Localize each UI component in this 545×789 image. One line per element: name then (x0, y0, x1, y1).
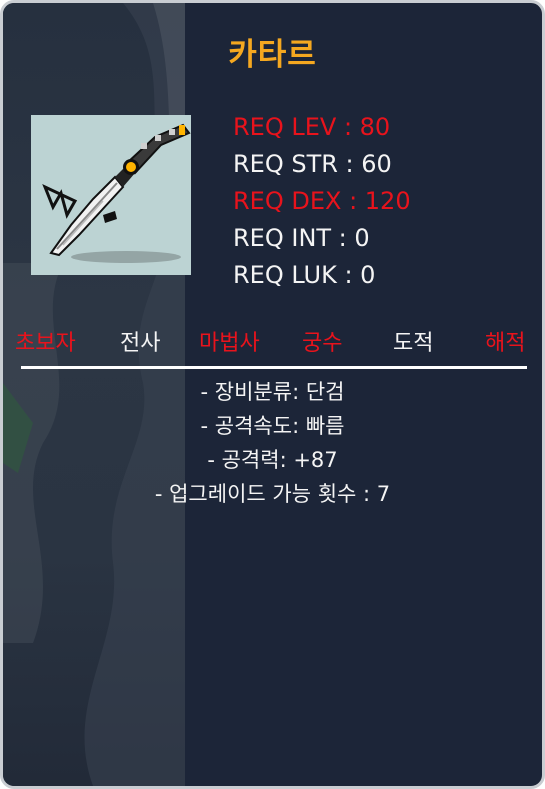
stat-upgrade-slots: - 업그레이드 가능 횟수 : 7 (154, 482, 391, 506)
req-int: REQ INT : 0 (233, 224, 370, 252)
job-archer: 궁수 (302, 331, 343, 356)
req-dex: REQ DEX : 120 (233, 187, 411, 215)
req-luk: REQ LUK : 0 (233, 261, 376, 289)
job-magician: 마법사 (199, 331, 260, 356)
job-list: 초보자 전사 마법사 궁수 도적 해적 (3, 325, 542, 359)
job-warrior: 전사 (120, 331, 161, 356)
divider (21, 366, 527, 369)
req-level: REQ LEV : 80 (233, 113, 391, 141)
stat-attack-speed: - 공격속도: 빠름 (200, 414, 345, 438)
job-thief: 도적 (393, 331, 434, 356)
item-title: 카타르 (228, 37, 317, 73)
stat-attack-power: - 공격력: +87 (207, 448, 338, 472)
requirements-list: REQ LEV : 80 REQ STR : 60 REQ DEX : 120 … (233, 109, 411, 294)
job-pirate: 해적 (485, 331, 526, 356)
stats-list: - 장비분류: 단검 - 공격속도: 빠름 - 공격력: +87 - 업그레이드… (3, 375, 542, 511)
job-beginner: 초보자 (15, 331, 76, 356)
katar-weapon-icon (31, 115, 191, 275)
item-tooltip: 카타르 REQ LEV : 80 REQ STR : 60 REQ DEX : … (0, 0, 545, 789)
stat-category: - 장비분류: 단검 (200, 380, 345, 404)
req-str: REQ STR : 60 (233, 150, 392, 178)
